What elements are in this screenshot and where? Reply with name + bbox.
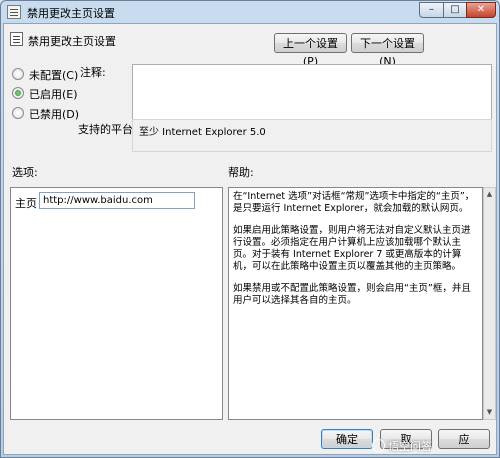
minimize-button[interactable]: – (419, 2, 444, 18)
window-title: 禁用更改主页设置 (27, 7, 115, 20)
homepage-url-input[interactable] (39, 192, 195, 209)
help-text: 在“Internet 选项”对话框“常规”选项卡中指定的“主页”，是只要运行 I… (233, 191, 479, 316)
radio-label: 已禁用(D) (29, 108, 80, 121)
watermark-logo-icon (372, 439, 385, 452)
scroll-up-arrow-icon[interactable]: ▲ (484, 188, 495, 201)
policy-setting-icon (10, 32, 23, 46)
supported-platform-value: 至少 Internet Explorer 5.0 (132, 119, 492, 152)
title-bar[interactable]: 禁用更改主页设置 – □ ✕ (1, 1, 499, 23)
previous-setting-button[interactable]: 上一个设置(P) (274, 33, 347, 68)
policy-app-icon (7, 5, 21, 19)
supported-platform-label: 支持的平台: (78, 123, 137, 136)
apply-button[interactable]: 应 (438, 429, 490, 449)
radio-button[interactable] (12, 107, 24, 119)
policy-dialog-window: 禁用更改主页设置 – □ ✕ 禁用更改主页设置 上一个设置(P) 下一个设置(N… (0, 0, 500, 458)
dialog-content: 禁用更改主页设置 上一个设置(P) 下一个设置(N) 未配置(C) 已启用(E)… (3, 23, 497, 455)
help-paragraph: 如果禁用或不配置此策略设置，则会启用“主页”框，并且用户可以选择其各自的主页。 (233, 282, 471, 307)
radio-button-selected[interactable] (12, 87, 24, 99)
help-paragraph: 在“Internet 选项”对话框“常规”选项卡中指定的“主页”，是只要运行 I… (233, 191, 475, 215)
watermark: 悟空问答 (372, 438, 432, 454)
close-button[interactable]: ✕ (466, 2, 496, 18)
next-setting-button[interactable]: 下一个设置(N) (351, 33, 424, 68)
maximize-button[interactable]: □ (443, 2, 467, 18)
watermark-text: 悟空问答 (388, 440, 432, 453)
comment-label: 注释: (80, 66, 106, 79)
radio-label: 未配置(C) (29, 69, 79, 82)
homepage-label: 主页 (15, 197, 37, 210)
options-section-label: 选项: (12, 166, 38, 179)
help-paragraph: 如果启用此策略设置，则用户将无法对自定义默认主页进行设置。必须指定在用户计算机上… (233, 224, 471, 273)
options-panel: 主页 (10, 187, 223, 420)
setting-title: 禁用更改主页设置 (28, 35, 116, 48)
help-panel: 在“Internet 选项”对话框“常规”选项卡中指定的“主页”，是只要运行 I… (228, 187, 483, 420)
radio-button[interactable] (12, 68, 24, 80)
ok-button[interactable]: 确定 (321, 429, 373, 449)
scroll-down-arrow-icon[interactable]: ▼ (484, 406, 495, 419)
help-section-label: 帮助: (228, 166, 254, 179)
radio-label: 已启用(E) (29, 88, 78, 101)
help-scrollbar[interactable]: ▲ ▼ (483, 187, 496, 420)
